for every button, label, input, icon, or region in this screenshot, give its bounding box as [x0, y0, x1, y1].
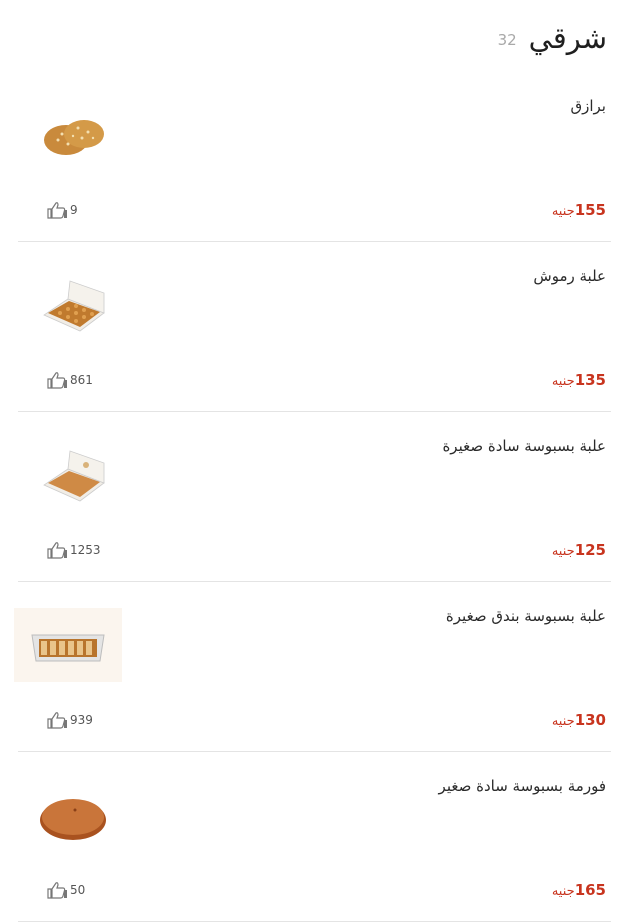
- menu-item[interactable]: علبة رموش 861 135جنيه: [18, 242, 611, 412]
- price-currency: جنيه: [551, 204, 575, 219]
- section-header: شرقي 32: [498, 18, 607, 58]
- item-name: علبة بسبوسة سادة صغيرة: [442, 437, 606, 455]
- likes-counter[interactable]: 1253: [46, 541, 101, 559]
- menu-item[interactable]: علبة بسبوسة سادة صغيرة 1253 125جنيه: [18, 412, 611, 582]
- likes-counter[interactable]: 861: [46, 371, 93, 389]
- likes-count: 939: [70, 713, 93, 727]
- item-price: 135جنيه: [552, 370, 606, 389]
- likes-count: 1253: [70, 543, 101, 557]
- price-value: 135: [574, 371, 606, 389]
- price-currency: جنيه: [551, 374, 575, 389]
- price-currency: جنيه: [551, 544, 575, 559]
- price-value: 130: [574, 711, 606, 729]
- item-price: 130جنيه: [552, 710, 606, 729]
- menu-item[interactable]: برازق 9 155جنيه: [18, 72, 611, 242]
- thumbs-up-icon: [47, 202, 67, 219]
- section-count: 32: [497, 31, 517, 49]
- item-name: برازق: [570, 97, 606, 115]
- item-price: 155جنيه: [552, 200, 606, 219]
- thumbs-up-icon: [47, 882, 67, 899]
- likes-count: 50: [70, 883, 86, 897]
- thumbs-up-icon: [47, 542, 67, 559]
- thumbs-up-icon: [47, 712, 67, 729]
- hazelnut-basbousa-box-image[interactable]: [14, 608, 122, 682]
- menu-item[interactable]: علبة بسبوسة بندق صغيرة 939 130جنيه: [14, 582, 611, 752]
- likes-count: 861: [70, 373, 93, 387]
- likes-counter[interactable]: 9: [46, 201, 78, 219]
- section-title: شرقي: [528, 21, 607, 55]
- menu-item[interactable]: فورمة بسبوسة سادة صغير 50 165جنيه: [18, 752, 611, 922]
- likes-count: 9: [70, 203, 78, 217]
- basbousa-tray-image[interactable]: [28, 782, 118, 852]
- likes-counter[interactable]: 50: [46, 881, 85, 899]
- price-currency: جنيه: [551, 884, 575, 899]
- item-price: 125جنيه: [552, 540, 606, 559]
- item-name: علبة رموش: [533, 267, 606, 285]
- likes-counter[interactable]: 939: [46, 711, 93, 729]
- item-name: علبة بسبوسة بندق صغيرة: [445, 607, 606, 625]
- price-value: 125: [574, 541, 606, 559]
- price-currency: جنيه: [551, 714, 575, 729]
- sweets-box-image[interactable]: [28, 272, 118, 342]
- menu-page: شرقي 32 برازق 9 155جنيه علبة رموش 861 13…: [0, 0, 629, 924]
- item-name: فورمة بسبوسة سادة صغير: [438, 777, 606, 795]
- basbousa-box-image[interactable]: [28, 442, 118, 512]
- item-price: 165جنيه: [552, 880, 606, 899]
- price-value: 155: [574, 201, 606, 219]
- price-value: 165: [574, 881, 606, 899]
- thumbs-up-icon: [47, 372, 67, 389]
- barazek-cookies-image[interactable]: [28, 102, 118, 172]
